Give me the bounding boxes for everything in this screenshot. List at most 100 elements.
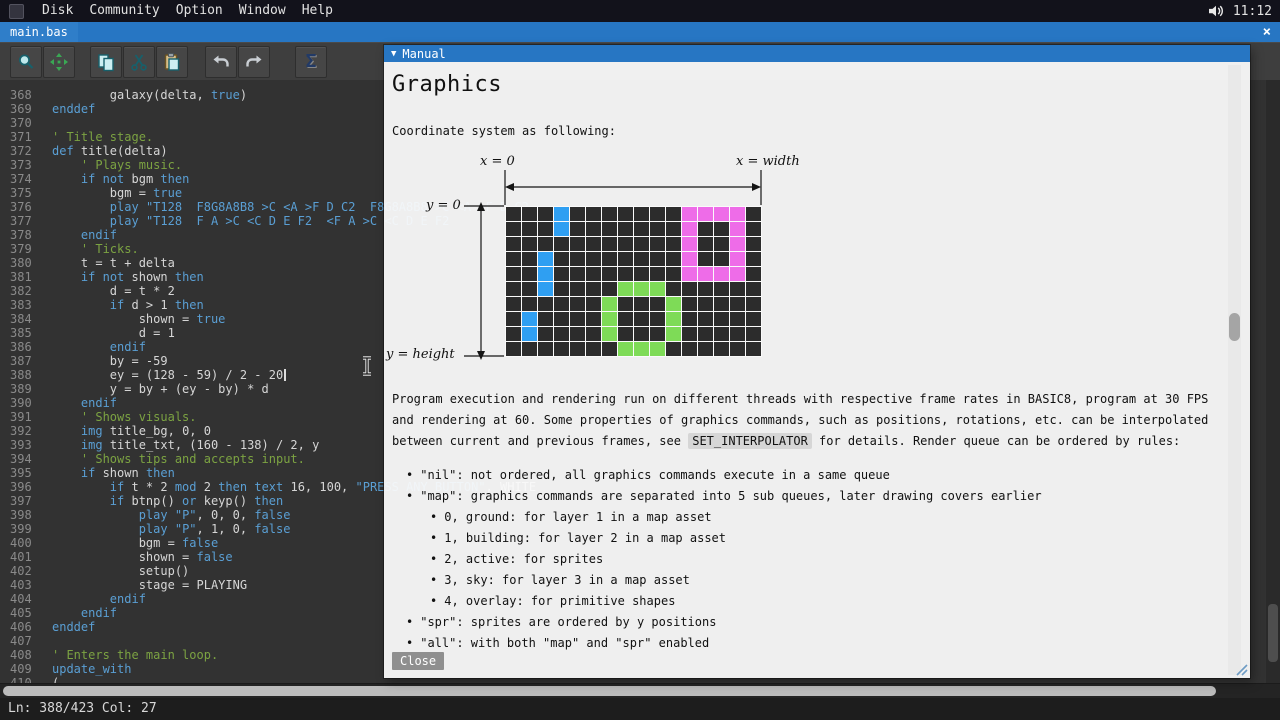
undo-arrow-icon: [211, 52, 231, 72]
move-button[interactable]: [43, 46, 75, 78]
grid-cell: [522, 312, 537, 326]
grid-cell: [506, 252, 521, 266]
cursor-position: Ln: 388/423 Col: 27: [8, 701, 157, 716]
grid-cell: [746, 267, 761, 281]
grid-cell: [698, 327, 713, 341]
grid-cell: [586, 297, 601, 311]
vertical-scroll-thumb[interactable]: [1268, 604, 1278, 662]
manual-titlebar[interactable]: ▼ Manual: [384, 45, 1250, 62]
scissors-icon: [129, 52, 149, 72]
grid-cell: [634, 267, 649, 281]
grid-cell: [602, 282, 617, 296]
grid-cell: [602, 252, 617, 266]
volume-icon[interactable]: [1207, 4, 1225, 18]
menu-item-disk[interactable]: Disk: [34, 0, 81, 22]
grid-cell: [586, 267, 601, 281]
cut-button[interactable]: [123, 46, 155, 78]
grid-cell: [666, 327, 681, 341]
paste-button[interactable]: [156, 46, 188, 78]
grid-cell: [730, 282, 745, 296]
line-number: 401: [0, 550, 36, 564]
grid-cell: [698, 207, 713, 221]
menu-item-window[interactable]: Window: [231, 0, 294, 22]
grid-cell: [602, 312, 617, 326]
horizontal-scroll-thumb[interactable]: [3, 686, 1216, 696]
grid-cell: [650, 207, 665, 221]
grid-cell: [650, 237, 665, 251]
line-number: 404: [0, 592, 36, 606]
grid-cell: [538, 282, 553, 296]
line-number: 386: [0, 340, 36, 354]
grid-cell: [506, 237, 521, 251]
manual-paragraph: Program execution and rendering run on d…: [392, 389, 1214, 452]
menu-item-help[interactable]: Help: [294, 0, 341, 22]
grid-cell: [682, 342, 697, 356]
tab-main-bas[interactable]: main.bas: [0, 22, 78, 42]
manual-scroll-thumb[interactable]: [1229, 313, 1240, 341]
manual-bullet: •0, ground: for layer 1 in a map asset: [392, 506, 1042, 527]
grid-cell: [746, 327, 761, 341]
resize-grip-icon[interactable]: [1235, 663, 1248, 676]
find-button[interactable]: [10, 46, 42, 78]
line-number: 376: [0, 200, 36, 214]
grid-cell: [666, 237, 681, 251]
grid-cell: [586, 282, 601, 296]
grid-cell: [650, 282, 665, 296]
grid-cell: [746, 222, 761, 236]
grid-cell: [666, 222, 681, 236]
editor-horizontal-scrollbar[interactable]: [0, 683, 1280, 698]
sigma-icon: Σ: [306, 51, 317, 72]
grid-cell: [730, 312, 745, 326]
manual-bullet: •"map": graphics commands are separated …: [392, 485, 1042, 506]
close-button[interactable]: Close: [392, 652, 444, 670]
grid-cell: [618, 267, 633, 281]
grid-cell: [634, 252, 649, 266]
grid-cell: [650, 342, 665, 356]
redo-button[interactable]: [238, 46, 270, 78]
manual-scrollbar[interactable]: [1228, 65, 1241, 675]
clipboard-icon: [162, 52, 182, 72]
grid-cell: [570, 267, 585, 281]
line-number: 391: [0, 410, 36, 424]
grid-cell: [538, 207, 553, 221]
grid-cell: [746, 312, 761, 326]
copy-button[interactable]: [90, 46, 122, 78]
close-icon[interactable]: ×: [1259, 22, 1275, 42]
line-number: 370: [0, 116, 36, 130]
manual-bullet: •4, overlay: for primitive shapes: [392, 590, 1042, 611]
collapse-icon[interactable]: ▼: [391, 49, 396, 59]
line-number: 385: [0, 326, 36, 340]
grid-cell: [634, 342, 649, 356]
editor-vertical-scrollbar[interactable]: [1266, 80, 1280, 683]
grid-cell: [714, 327, 729, 341]
grid-cell: [650, 222, 665, 236]
line-number: 377: [0, 214, 36, 228]
line-number: 410: [0, 676, 36, 683]
line-number: 402: [0, 564, 36, 578]
grid-cell: [570, 237, 585, 251]
manual-bullet: •"all": with both "map" and "spr" enable…: [392, 632, 1042, 653]
undo-button[interactable]: [205, 46, 237, 78]
line-number: 375: [0, 186, 36, 200]
grid-cell: [522, 267, 537, 281]
grid-cell: [730, 267, 745, 281]
line-number: 388: [0, 368, 36, 382]
line-number: 372: [0, 144, 36, 158]
grid-cell: [666, 297, 681, 311]
grid-cell: [730, 252, 745, 266]
grid-cell: [730, 207, 745, 221]
grid-cell: [506, 312, 521, 326]
menu-item-community[interactable]: Community: [81, 0, 167, 22]
grid-cell: [698, 282, 713, 296]
sum-button[interactable]: Σ: [295, 46, 327, 78]
grid-cell: [554, 342, 569, 356]
magnifier-icon: [16, 52, 36, 72]
manual-bullet: •1, building: for layer 2 in a map asset: [392, 527, 1042, 548]
grid-cell: [522, 237, 537, 251]
grid-cell: [698, 312, 713, 326]
grid-cell: [746, 252, 761, 266]
grid-cell: [714, 297, 729, 311]
grid-cell: [586, 327, 601, 341]
menu-item-option[interactable]: Option: [168, 0, 231, 22]
grid-cell: [714, 252, 729, 266]
